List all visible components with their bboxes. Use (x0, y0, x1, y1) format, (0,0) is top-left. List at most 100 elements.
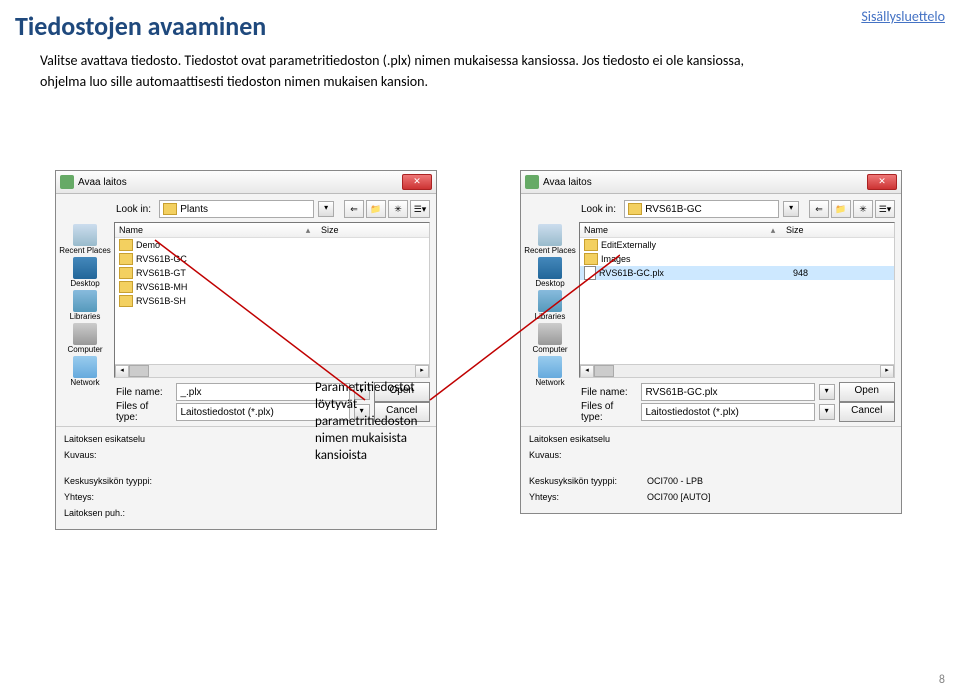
place-label: Recent Places (59, 246, 111, 255)
col-name[interactable]: Name (115, 225, 299, 235)
file-name: RVS61B-GC (136, 254, 330, 264)
file-name: RVS61B-SH (136, 296, 330, 306)
scroll-thumb[interactable] (129, 365, 149, 377)
place-computer[interactable]: Computer (56, 323, 114, 354)
network-icon (73, 356, 97, 378)
place-desktop[interactable]: Desktop (56, 257, 114, 288)
puh-label: Laitoksen puh.: (64, 508, 174, 518)
toc-link[interactable]: Sisällysluettelo (861, 8, 945, 25)
folder-row[interactable]: RVS61B-GC (115, 252, 429, 266)
place-libraries[interactable]: Libraries (56, 290, 114, 321)
folder-row[interactable]: Demo (115, 238, 429, 252)
preview-section: Laitoksen esikatselu Kuvaus: Keskusyksik… (521, 426, 901, 513)
chevron-down-icon[interactable]: ▾ (819, 384, 835, 400)
open-button[interactable]: Open (839, 382, 896, 402)
filetype-label: Files of type: (581, 401, 637, 423)
place-recent[interactable]: Recent Places (521, 224, 579, 255)
scroll-right-icon[interactable]: ▸ (880, 365, 894, 378)
scroll-right-icon[interactable]: ▸ (415, 365, 429, 378)
lookin-combo[interactable]: RVS61B-GC (624, 200, 779, 218)
callout-text: Parametritiedostot löytyvät parametritie… (315, 380, 445, 464)
chevron-down-icon[interactable]: ▾ (783, 201, 799, 217)
desktop-icon (73, 257, 97, 279)
file-name: RVS61B-MH (136, 282, 330, 292)
dialog-title: Avaa laitos (543, 177, 867, 188)
back-icon[interactable]: ⇐ (344, 200, 364, 218)
folder-icon (584, 239, 598, 251)
scroll-left-icon[interactable]: ◂ (580, 365, 594, 378)
scroll-left-icon[interactable]: ◂ (115, 365, 129, 378)
filelist-header[interactable]: Name ▴ Size (580, 223, 894, 238)
place-libraries[interactable]: Libraries (521, 290, 579, 321)
viewmenu-icon[interactable]: ☰▾ (410, 200, 430, 218)
place-label: Network (70, 378, 99, 387)
col-name[interactable]: Name (580, 225, 764, 235)
file-list[interactable]: Name ▴ Size Demo RVS61B-GC RVS61B-GT RVS61B… (114, 222, 430, 378)
up-icon[interactable]: 📁 (831, 200, 851, 218)
col-size[interactable]: Size (317, 225, 429, 235)
place-label: Computer (532, 345, 567, 354)
chevron-down-icon[interactable]: ▾ (819, 404, 835, 420)
file-name: Demo (136, 240, 330, 250)
filename-input[interactable]: RVS61B-GC.plx (641, 383, 814, 401)
filetype-value: Laitostiedostot (*.plx) (180, 407, 273, 418)
folder-row[interactable]: Images (580, 252, 894, 266)
recent-icon (538, 224, 562, 246)
folder-row[interactable]: RVS61B-GT (115, 266, 429, 280)
place-label: Computer (67, 345, 102, 354)
keskus-label: Keskusyksikön tyyppi: (529, 476, 639, 486)
scrollbar-horizontal[interactable]: ◂ ▸ (115, 364, 429, 377)
places-bar: Recent Places Desktop Libraries Computer… (56, 220, 114, 380)
place-recent[interactable]: Recent Places (56, 224, 114, 255)
filetype-value: Laitostiedostot (*.plx) (645, 407, 738, 418)
app-icon (60, 175, 74, 189)
titlebar: Avaa laitos ✕ (56, 171, 436, 194)
filetype-combo[interactable]: Laitostiedostot (*.plx) (641, 403, 814, 421)
viewmenu-icon[interactable]: ☰▾ (875, 200, 895, 218)
filename-label: File name: (116, 387, 172, 398)
file-icon (584, 266, 596, 280)
place-label: Desktop (70, 279, 99, 288)
folder-row[interactable]: RVS61B-SH (115, 294, 429, 308)
file-size: 948 (793, 268, 808, 278)
place-computer[interactable]: Computer (521, 323, 579, 354)
close-button[interactable]: ✕ (402, 174, 432, 190)
desktop-icon (538, 257, 562, 279)
folder-icon (119, 239, 133, 251)
folder-row[interactable]: RVS61B-MH (115, 280, 429, 294)
computer-icon (538, 323, 562, 345)
filename-value: _.plx (180, 387, 201, 398)
page-title: Tiedostojen avaaminen (15, 10, 266, 42)
file-list[interactable]: Name ▴ Size EditExternallyImagesRVS61B-G… (579, 222, 895, 378)
preview-heading: Laitoksen esikatselu (529, 434, 610, 444)
keskus-value: OCI700 - LPB (647, 476, 703, 486)
up-icon[interactable]: 📁 (366, 200, 386, 218)
libraries-icon (73, 290, 97, 312)
lookin-label: Look in: (116, 204, 155, 215)
sort-caret-icon: ▴ (299, 225, 317, 236)
place-label: Recent Places (524, 246, 576, 255)
lookin-value: RVS61B-GC (645, 204, 702, 215)
file-name: RVS61B-GC.plx (599, 268, 793, 278)
lookin-combo[interactable]: Plants (159, 200, 314, 218)
scrollbar-horizontal[interactable]: ◂ ▸ (580, 364, 894, 377)
place-network[interactable]: Network (56, 356, 114, 387)
filename-value: RVS61B-GC.plx (645, 387, 717, 398)
network-icon (538, 356, 562, 378)
newfolder-icon[interactable]: ✳ (388, 200, 408, 218)
place-network[interactable]: Network (521, 356, 579, 387)
newfolder-icon[interactable]: ✳ (853, 200, 873, 218)
page-number: 8 (939, 673, 945, 687)
chevron-down-icon[interactable]: ▾ (318, 201, 334, 217)
folder-row[interactable]: EditExternally (580, 238, 894, 252)
col-size[interactable]: Size (782, 225, 894, 235)
place-desktop[interactable]: Desktop (521, 257, 579, 288)
scroll-thumb[interactable] (594, 365, 614, 377)
file-row[interactable]: RVS61B-GC.plx948 (580, 266, 894, 280)
close-button[interactable]: ✕ (867, 174, 897, 190)
cancel-button[interactable]: Cancel (839, 402, 896, 422)
lookin-label: Look in: (581, 204, 620, 215)
filelist-header[interactable]: Name ▴ Size (115, 223, 429, 238)
back-icon[interactable]: ⇐ (809, 200, 829, 218)
open-dialog-right: Avaa laitos ✕ Look in: RVS61B-GC ▾ ⇐ 📁 ✳… (520, 170, 902, 514)
